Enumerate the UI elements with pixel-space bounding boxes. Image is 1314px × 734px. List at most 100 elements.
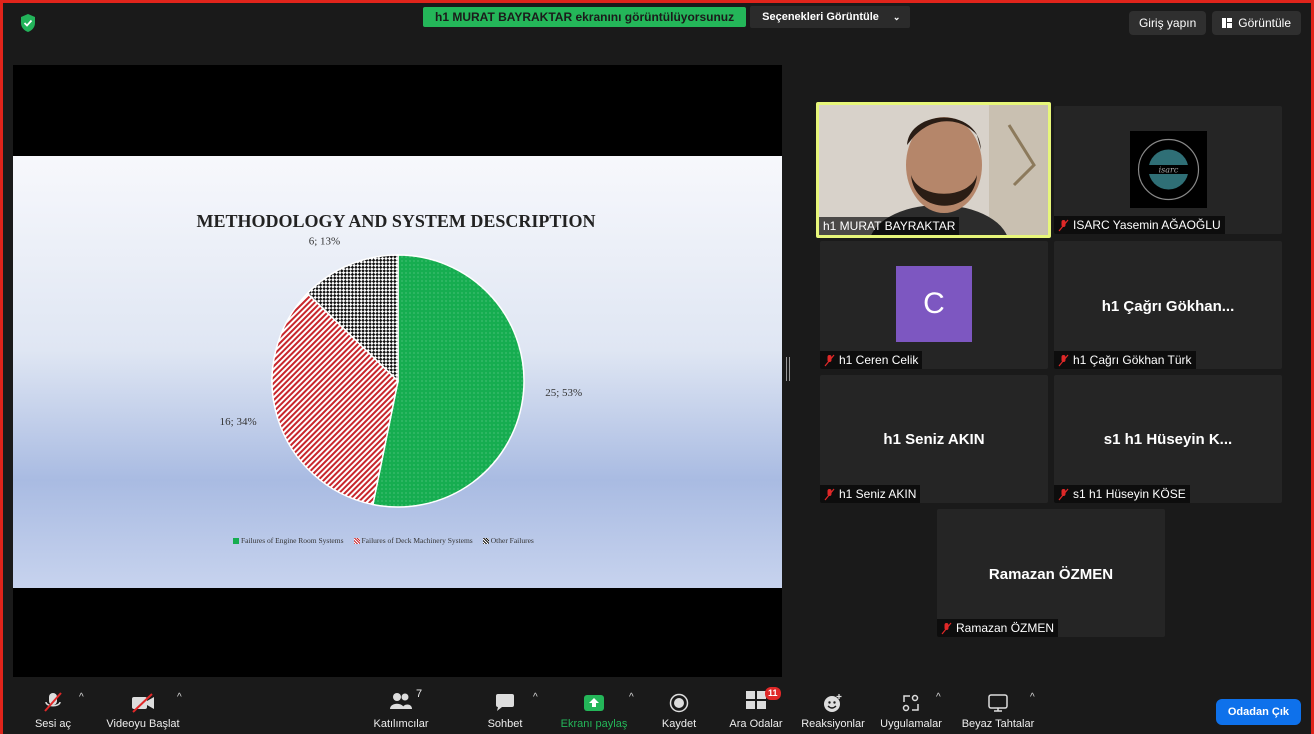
pie-slices: [271, 254, 525, 508]
video-off-icon: [132, 693, 154, 713]
breakout-rooms-button[interactable]: 11 Ara Odalar: [727, 680, 785, 734]
unmute-button[interactable]: Sesi aç: [28, 680, 78, 734]
share-banner: h1 MURAT BAYRAKTAR ekranını görüntülüyor…: [423, 6, 911, 28]
whiteboard-icon: [988, 694, 1008, 712]
view-button[interactable]: Görüntüle: [1212, 11, 1301, 35]
record-icon: [669, 693, 689, 713]
breakout-icon-wrap: 11: [745, 687, 781, 718]
legend-swatch: [482, 537, 489, 544]
top-right-controls: Giriş yapın Görüntüle: [1128, 11, 1301, 35]
share-status-text: h1 MURAT BAYRAKTAR ekranını görüntülüyor…: [423, 7, 747, 27]
apps-button[interactable]: Uygulamalar: [877, 680, 945, 734]
participant-name: h1 MURAT BAYRAKTAR: [823, 219, 956, 233]
reactions-button[interactable]: Reaksiyonlar: [799, 680, 867, 734]
mic-muted-icon: [1058, 219, 1069, 231]
breakout-rooms-label: Ara Odalar: [729, 718, 783, 730]
start-video-label: Videoyu Başlat: [106, 718, 180, 730]
participants-icon-wrap: 7: [389, 688, 422, 718]
mic-muted-icon: [824, 354, 835, 366]
chevron-up-icon[interactable]: ^: [1030, 692, 1035, 703]
chat-button[interactable]: Sohbet: [481, 680, 529, 734]
legend-item-engine-room: Failures of Engine Room Systems: [233, 536, 344, 545]
participant-tile-isarc[interactable]: isarc ISARC Yasemin AĞAOĞLU: [1054, 106, 1282, 234]
participant-tile-cagri[interactable]: h1 Çağrı Gökhan... h1 Çağrı Gökhan Türk: [1054, 241, 1282, 369]
participant-tile-seniz[interactable]: h1 Seniz AKIN h1 Seniz AKIN: [820, 375, 1048, 503]
mic-muted-icon: [1058, 354, 1069, 366]
record-button[interactable]: Kaydet: [655, 680, 703, 734]
participant-tile-ceren[interactable]: C h1 Ceren Celik: [820, 241, 1048, 369]
participant-tile-huseyin[interactable]: s1 h1 Hüseyin K... s1 h1 Hüseyin KÖSE: [1054, 375, 1282, 503]
participant-name: s1 h1 Hüseyin KÖSE: [1073, 487, 1186, 501]
participants-icon: [390, 693, 412, 709]
chevron-up-icon[interactable]: ^: [629, 692, 634, 703]
participant-name: ISARC Yasemin AĞAOĞLU: [1073, 218, 1221, 232]
chevron-down-icon: ⌄: [892, 12, 901, 22]
share-screen-label: Ekranı paylaş: [560, 718, 628, 730]
participant-name: h1 Ceren Celik: [839, 353, 919, 367]
sign-in-button[interactable]: Giriş yapın: [1128, 11, 1207, 35]
panel-resize-handle[interactable]: [786, 357, 790, 381]
meeting-toolbar: Sesi aç ^ Videoyu Başlat ^ 7 Katılımcıla…: [3, 680, 1311, 734]
chevron-up-icon[interactable]: ^: [533, 692, 538, 703]
reactions-icon: [824, 694, 842, 712]
apps-label: Uygulamalar: [880, 718, 942, 730]
mic-muted-icon: [824, 488, 835, 500]
sign-in-label: Giriş yapın: [1138, 16, 1197, 30]
pie-data-label: 16; 34%: [220, 416, 257, 428]
isarc-logo: isarc: [1130, 131, 1207, 208]
participant-name: Ramazan ÖZMEN: [956, 621, 1055, 635]
legend-swatch: [233, 537, 239, 544]
pie-chart: 25; 53% 16; 34% 6; 13%: [220, 236, 582, 508]
chat-icon: [496, 694, 514, 711]
participant-display-name: h1 Seniz AKIN: [883, 431, 985, 448]
pie-data-label: 6; 13%: [309, 236, 340, 248]
unmute-label: Sesi aç: [34, 718, 72, 730]
mic-muted-icon: [941, 622, 952, 634]
legend-label: Failures of Engine Room Systems: [241, 536, 344, 545]
share-screen-button[interactable]: Ekranı paylaş: [557, 680, 631, 734]
legend-label: Failures of Deck Machinery Systems: [361, 536, 473, 545]
shared-screen[interactable]: METHODOLOGY AND SYSTEM DESCRIPTION 25; 5…: [13, 65, 782, 677]
chart-legend: Failures of Engine Room Systems Failures…: [233, 536, 534, 545]
participant-tile-ramazan[interactable]: Ramazan ÖZMEN Ramazan ÖZMEN: [937, 509, 1165, 637]
participant-name-tag: h1 Seniz AKIN: [820, 485, 921, 503]
legend-item-deck-machinery: Failures of Deck Machinery Systems: [353, 536, 473, 545]
view-options-label: Seçenekleri Görüntüle: [762, 11, 879, 23]
participant-display-name: h1 Çağrı Gökhan...: [1101, 298, 1235, 315]
leave-meeting-button[interactable]: Odadan Çık: [1215, 699, 1301, 725]
shield-icon[interactable]: [19, 13, 37, 33]
breakout-count-badge: 11: [765, 687, 781, 700]
participants-count: 7: [416, 688, 423, 700]
avatar: C: [896, 266, 972, 342]
top-bar: h1 MURAT BAYRAKTAR ekranını görüntülüyor…: [3, 3, 1311, 43]
chevron-up-icon[interactable]: ^: [177, 692, 182, 703]
participant-name-tag: h1 Ceren Celik: [820, 351, 923, 369]
whiteboards-button[interactable]: Beyaz Tahtalar: [958, 680, 1038, 734]
participant-display-name: Ramazan ÖZMEN: [988, 566, 1114, 583]
zoom-window: h1 MURAT BAYRAKTAR ekranını görüntülüyor…: [0, 0, 1314, 734]
chevron-up-icon[interactable]: ^: [79, 692, 84, 703]
whiteboards-label: Beyaz Tahtalar: [961, 718, 1035, 730]
chat-label: Sohbet: [487, 718, 523, 730]
participant-name: h1 Çağrı Gökhan Türk: [1073, 353, 1192, 367]
view-options-button[interactable]: Seçenekleri Görüntüle ⌄: [750, 6, 911, 28]
view-label: Görüntüle: [1238, 16, 1291, 30]
record-label: Kaydet: [661, 718, 697, 730]
participant-name: h1 Seniz AKIN: [839, 487, 917, 501]
apps-icon: [902, 694, 919, 712]
mic-muted-icon: [1058, 488, 1069, 500]
legend-swatch: [353, 537, 360, 544]
participant-tile-murat[interactable]: h1 MURAT BAYRAKTAR: [816, 102, 1051, 238]
chevron-up-icon[interactable]: ^: [936, 692, 941, 703]
start-video-button[interactable]: Videoyu Başlat: [101, 680, 185, 734]
participant-name-tag: Ramazan ÖZMEN: [937, 619, 1059, 637]
participants-button[interactable]: 7 Katılımcılar: [367, 680, 435, 734]
mic-muted-icon: [44, 692, 62, 712]
participant-name-tag: s1 h1 Hüseyin KÖSE: [1054, 485, 1190, 503]
participant-video: [819, 105, 1048, 235]
legend-label: Other Failures: [490, 536, 534, 545]
participant-name-tag: h1 Çağrı Gökhan Türk: [1054, 351, 1196, 369]
participant-name-tag: ISARC Yasemin AĞAOĞLU: [1054, 216, 1225, 234]
breakout-rooms-icon: [746, 691, 766, 709]
reactions-label: Reaksiyonlar: [801, 718, 865, 730]
